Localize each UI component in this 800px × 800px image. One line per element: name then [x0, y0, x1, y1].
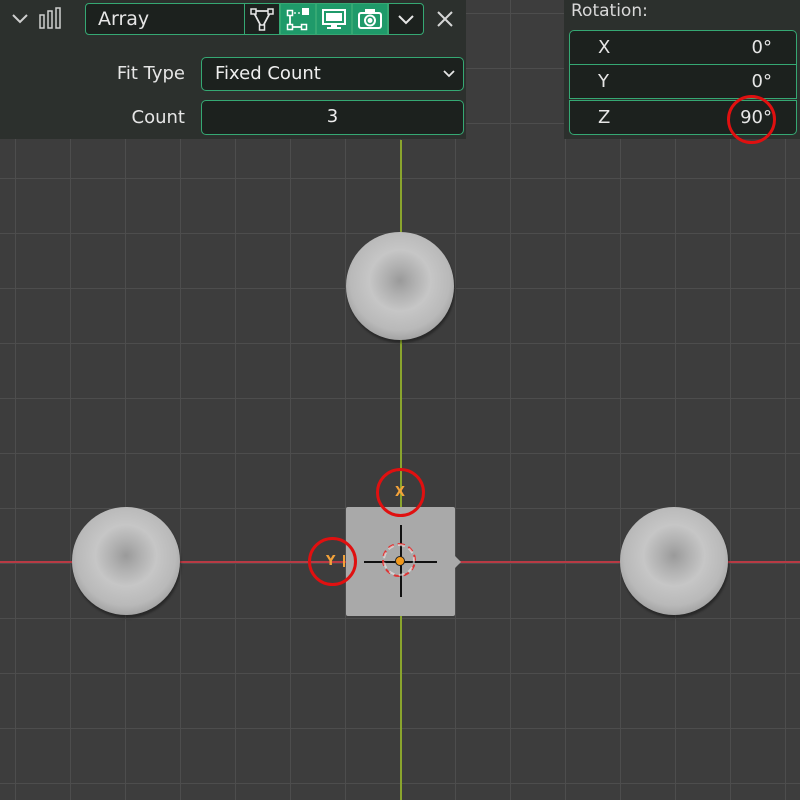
- on-cage-toggle[interactable]: [280, 3, 316, 35]
- chevron-down-icon: [398, 15, 414, 25]
- modifier-name-field[interactable]: Array: [85, 3, 245, 35]
- rotation-x-field[interactable]: X 0°: [569, 30, 797, 65]
- edit-mode-icon: [250, 8, 274, 31]
- realtime-display-toggle[interactable]: [316, 3, 352, 35]
- fit-type-select[interactable]: Fixed Count: [201, 57, 464, 91]
- array-sphere-top[interactable]: [346, 232, 454, 340]
- rotation-y-axis-label: Y: [598, 71, 609, 92]
- object-origin-dot: [395, 556, 405, 566]
- camera-icon: [358, 9, 382, 29]
- fit-type-label: Fit Type: [116, 63, 185, 84]
- rotation-y-field[interactable]: Y 0°: [569, 64, 797, 99]
- highlight-circle-x-axis: [376, 468, 425, 517]
- fit-type-value: Fixed Count: [215, 63, 321, 84]
- array-sphere-left[interactable]: [72, 507, 180, 615]
- edit-mode-toggle[interactable]: [244, 3, 280, 35]
- render-toggle[interactable]: [352, 3, 388, 35]
- modifier-panel: Array Fit Type Fixed Count Count 3: [0, 0, 466, 139]
- monitor-icon: [322, 9, 346, 29]
- count-value: 3: [326, 106, 339, 127]
- close-icon[interactable]: [434, 8, 456, 30]
- highlight-circle-z-rotation: [727, 95, 776, 144]
- highlight-circle-y-axis: [308, 537, 357, 586]
- rotation-z-axis-label: Z: [598, 107, 611, 128]
- rotation-y-value: 0°: [751, 71, 772, 92]
- rotation-title: Rotation:: [571, 1, 648, 21]
- rotation-x-value: 0°: [751, 37, 772, 58]
- modifier-menu-dropdown[interactable]: [388, 3, 424, 35]
- count-label: Count: [131, 107, 185, 128]
- object-direction-notch: [453, 554, 461, 570]
- cage-icon: [286, 8, 309, 31]
- array-modifier-icon: [39, 7, 61, 29]
- chevron-down-icon[interactable]: [8, 7, 32, 31]
- count-input[interactable]: 3: [201, 100, 464, 135]
- rotation-x-axis-label: X: [598, 37, 611, 58]
- chevron-down-icon: [443, 70, 455, 78]
- array-sphere-right[interactable]: [620, 507, 728, 615]
